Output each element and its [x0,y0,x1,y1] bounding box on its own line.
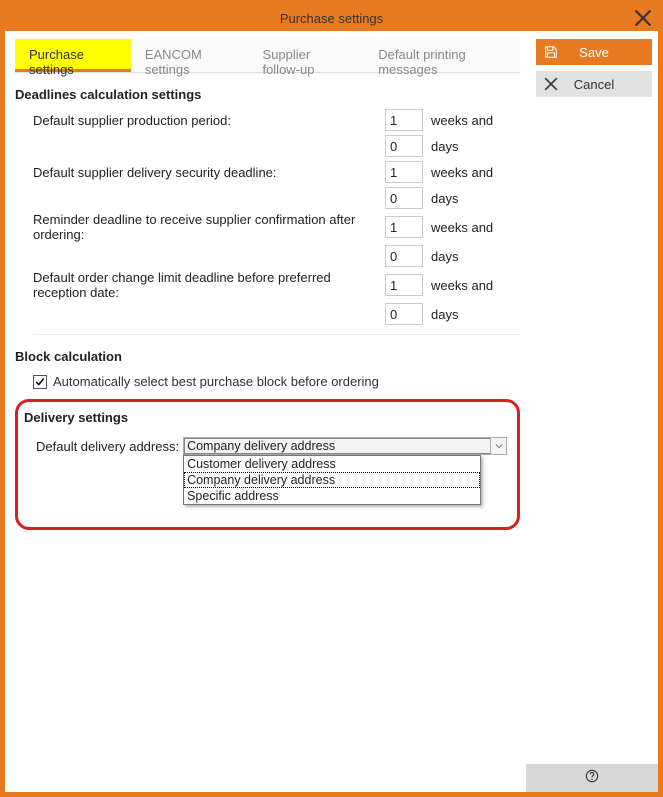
help-icon [585,769,599,787]
deadlines-heading: Deadlines calculation settings [15,85,520,108]
production-period-days-input[interactable] [385,135,423,157]
delivery-option-company[interactable]: Company delivery address [184,472,480,488]
save-icon [544,45,558,59]
security-deadline-weeks-input[interactable] [385,161,423,183]
chevron-down-icon [490,438,506,454]
tab-eancom-settings[interactable]: EANCOM settings [131,39,249,72]
close-icon [544,77,558,91]
delivery-select-value: Company delivery address [187,439,335,453]
delivery-highlight-box: Delivery settings Default delivery addre… [15,399,520,530]
production-period-weeks-input[interactable] [385,109,423,131]
auto-block-label: Automatically select best purchase block… [53,374,379,389]
unit-weeks: weeks and [431,113,501,128]
help-button[interactable] [526,764,658,792]
close-icon[interactable] [634,9,652,27]
change-limit-weeks-input[interactable] [385,274,423,296]
delivery-option-specific[interactable]: Specific address [184,488,480,504]
tab-default-printing-messages[interactable]: Default printing messages [364,39,520,72]
cancel-button-label: Cancel [574,77,614,92]
reminder-deadline-days-input[interactable] [385,245,423,267]
tabs: Purchase settings EANCOM settings Suppli… [15,39,520,73]
delivery-heading: Delivery settings [20,408,507,431]
tab-supplier-follow-up[interactable]: Supplier follow-up [248,39,364,72]
delivery-option-customer[interactable]: Customer delivery address [184,456,480,472]
reminder-deadline-weeks-input[interactable] [385,216,423,238]
block-heading: Block calculation [15,347,520,370]
change-limit-days-input[interactable] [385,303,423,325]
window-title: Purchase settings [280,11,383,26]
cancel-button[interactable]: Cancel [536,71,652,97]
security-deadline-days-input[interactable] [385,187,423,209]
tab-purchase-settings[interactable]: Purchase settings [15,39,131,72]
delivery-dropdown: Customer delivery address Company delive… [183,455,481,505]
unit-days: days [431,139,501,154]
reminder-deadline-label: Reminder deadline to receive supplier co… [15,212,385,242]
save-button-label: Save [579,45,609,60]
change-limit-label: Default order change limit deadline befo… [15,270,385,300]
production-period-label: Default supplier production period: [15,113,385,128]
bottombar [5,764,658,792]
delivery-address-label: Default delivery address: [36,437,179,454]
titlebar: Purchase settings [5,5,658,31]
divider [33,334,520,335]
security-deadline-label: Default supplier delivery security deadl… [15,165,385,180]
delivery-address-select[interactable]: Company delivery address [183,437,507,455]
save-button[interactable]: Save [536,39,652,65]
auto-block-checkbox[interactable] [33,375,47,389]
